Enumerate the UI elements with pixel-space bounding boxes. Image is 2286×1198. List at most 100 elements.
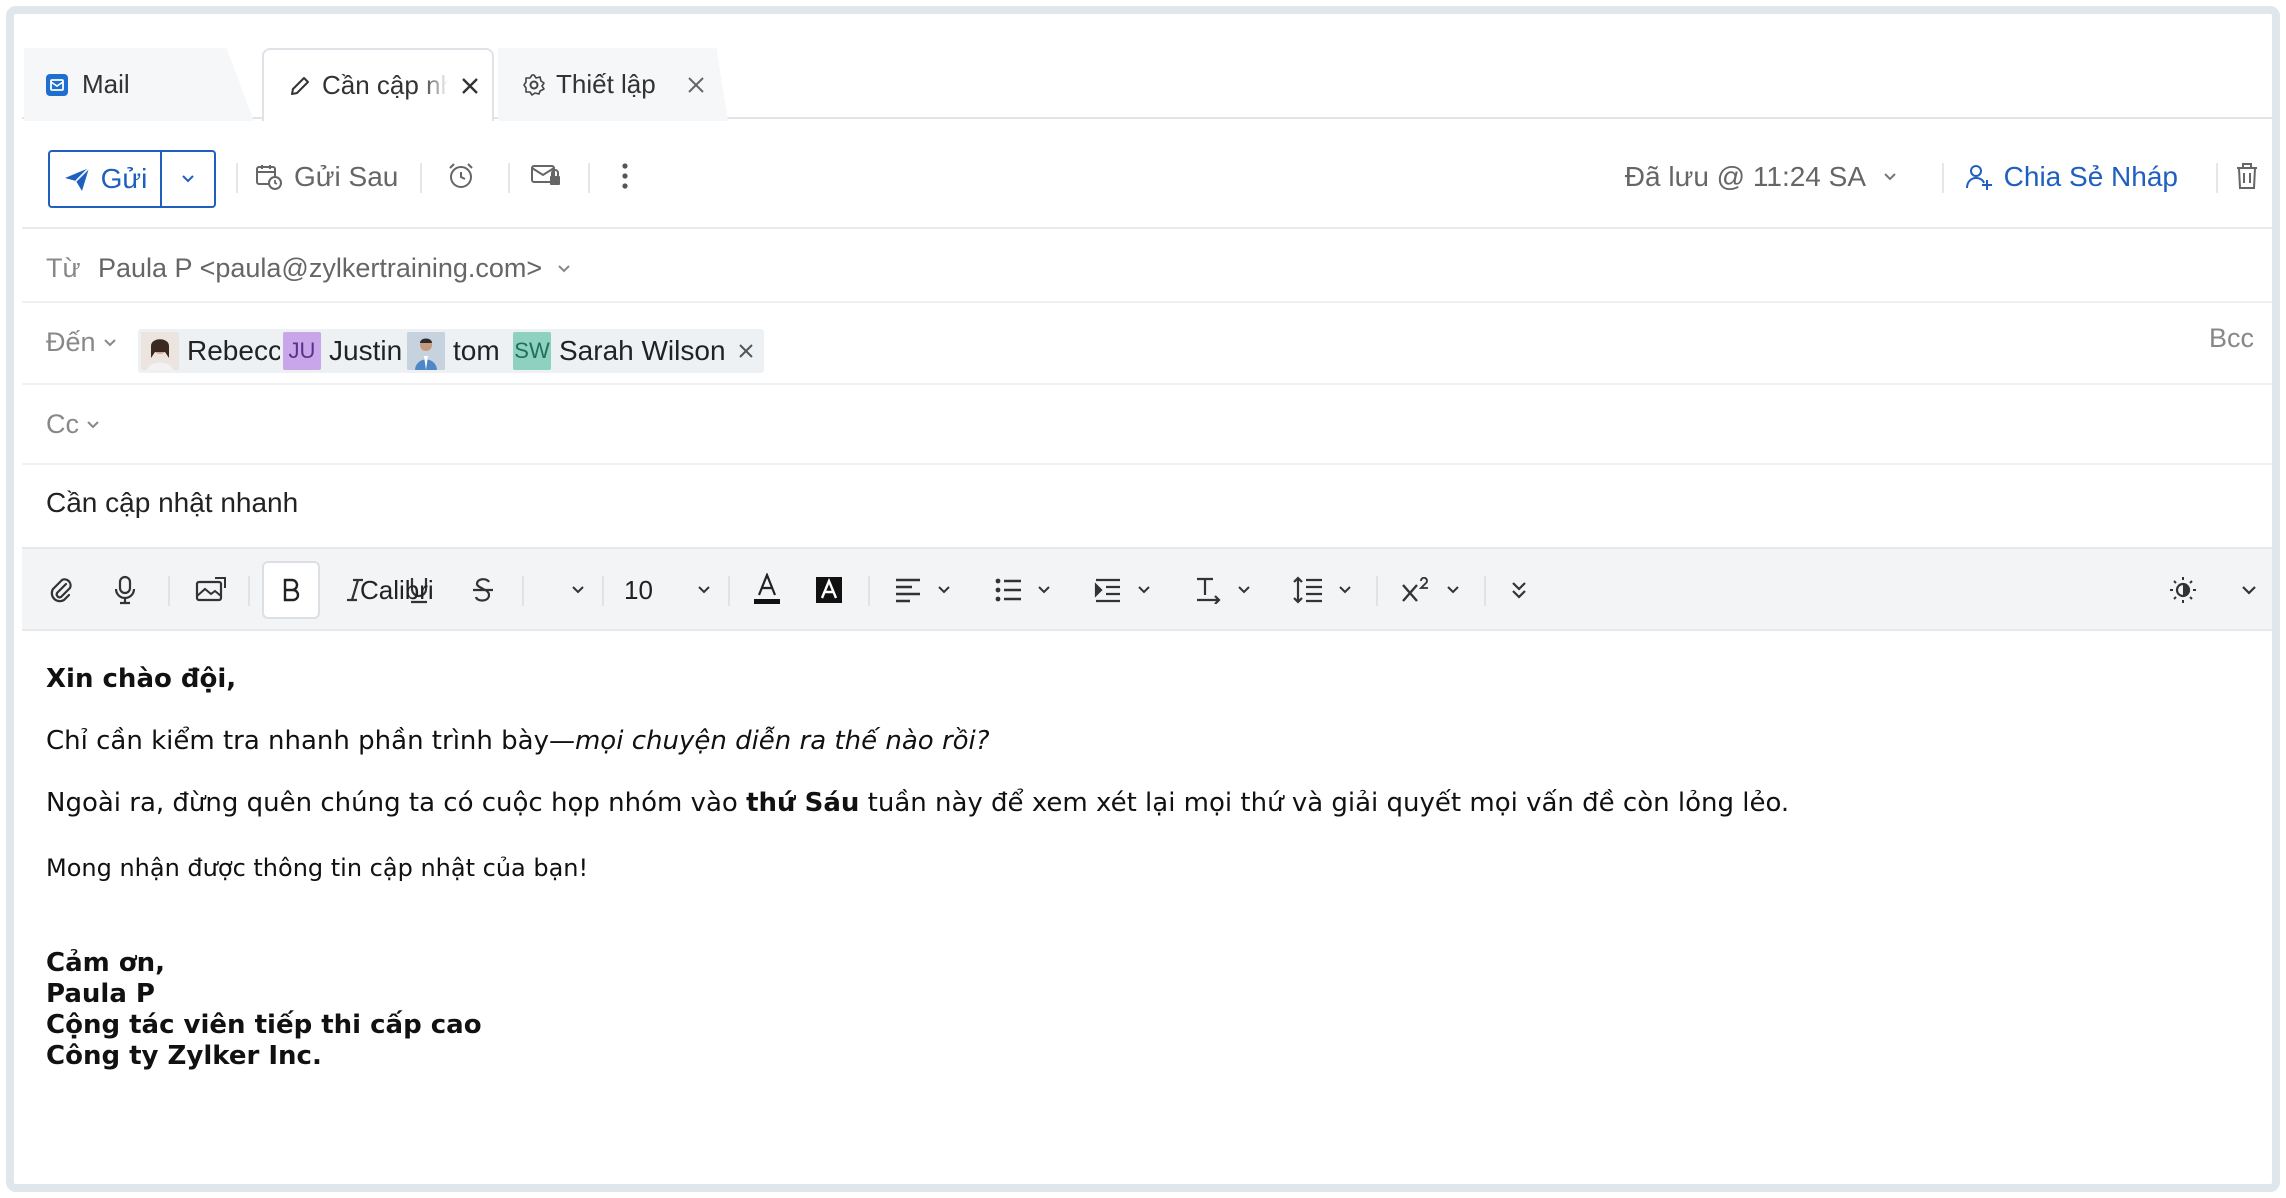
send-label: Gửi (100, 163, 148, 194)
chevron-down-icon (1038, 586, 1050, 594)
window-frame: Mail Cần cập nhật nhanh Thiết lập Gửi (6, 6, 2280, 1192)
close-tab-icon[interactable] (460, 76, 480, 96)
greeting: Xin chào đội, (46, 664, 236, 694)
recipient-name: tom (453, 335, 500, 366)
send-later-button[interactable]: Gửi Sau (254, 161, 398, 193)
chevron-down-icon (182, 175, 194, 183)
text-direction-dropdown[interactable] (1178, 561, 1268, 619)
font-family-select[interactable]: Calibri (360, 561, 596, 619)
chevron-down-icon (2242, 586, 2256, 595)
highlight-icon (816, 577, 842, 603)
saved-status[interactable]: Đã lưu @ 11:24 SA (1625, 161, 1898, 193)
reminder-button[interactable] (446, 161, 476, 191)
toolbar-divider (1942, 163, 1944, 193)
more-formatting-button[interactable] (1494, 561, 1544, 619)
signature-company: Công ty Zylker Inc. (46, 1041, 322, 1071)
compose-window: Mail Cần cập nhật nhanh Thiết lập Gửi (22, 22, 2272, 1184)
format-divider (1484, 576, 1486, 606)
body-line-1: Chỉ cần kiểm tra nhanh phần trình bày—mọ… (46, 726, 990, 756)
format-divider (168, 576, 170, 606)
format-divider (602, 576, 604, 606)
voice-record-button[interactable] (100, 561, 150, 619)
highlight-color-button[interactable] (804, 561, 854, 619)
line-spacing-dropdown[interactable] (1278, 561, 1368, 619)
tab-bar: Mail Cần cập nhật nhanh Thiết lập (22, 22, 2272, 121)
close-tab-icon[interactable] (686, 75, 706, 95)
format-toolbar: Calibri 10 (22, 547, 2272, 631)
line-spacing-icon (1293, 576, 1322, 604)
signature-thanks: Cảm ơn, (46, 948, 165, 978)
cc-row: Cc (22, 385, 2272, 465)
send-button[interactable]: Gửi (50, 152, 162, 206)
avatar (141, 332, 179, 370)
from-selector[interactable]: Paula P <paula@zylkertraining.com> (98, 253, 572, 284)
toolbar-collapse-button[interactable] (2224, 561, 2272, 619)
superscript-icon (1402, 577, 1428, 602)
remove-recipient-icon[interactable] (738, 343, 754, 359)
body-line-1-text: Chỉ cần kiểm tra nhanh phần trình bày— (46, 726, 575, 756)
subject-input[interactable]: Cần cập nhật nhanh (46, 487, 298, 519)
add-user-icon (1965, 165, 1992, 190)
indent-dropdown[interactable] (1078, 561, 1168, 619)
delete-draft-button[interactable] (2234, 161, 2260, 191)
align-dropdown[interactable] (878, 561, 968, 619)
to-row: Đến Rebecca JU Justin tom SW Sarah Wilso… (22, 303, 2272, 385)
chevron-down-icon (1884, 173, 1896, 181)
paper-plane-icon (64, 167, 90, 191)
bullet-list-icon (995, 578, 1021, 602)
format-divider (728, 576, 730, 606)
trash-icon (2237, 163, 2257, 189)
body-line-3: Mong nhận được thông tin cập nhật của bạ… (46, 854, 589, 882)
insert-image-button[interactable] (186, 561, 236, 619)
chevron-down-icon (1138, 586, 1150, 594)
tab-mail[interactable]: Mail (24, 48, 254, 121)
body-line-1-italic: mọi chuyện diễn ra thế nào rồi? (574, 726, 990, 756)
body-line-2-text-a: Ngoài ra, đừng quên chúng ta có cuộc họp… (46, 788, 747, 818)
body-line-2: Ngoài ra, đừng quên chúng ta có cuộc họp… (46, 788, 1789, 818)
tab-draft-label: Cần cập nhật nhanh (322, 70, 448, 100)
signature-company-text: Công ty Zylker Inc. (46, 1041, 322, 1071)
avatar (407, 332, 445, 370)
gear-icon (523, 73, 545, 96)
font-size-select[interactable]: 10 (614, 561, 720, 619)
compose-toolbar: Gửi Gửi Sau Đã lưu @ 11:24 SA Chia Sẻ Nh… (22, 121, 2272, 229)
toolbar-divider (236, 163, 238, 193)
bold-button[interactable] (262, 561, 320, 619)
to-label-dropdown[interactable]: Đến (46, 327, 118, 358)
bcc-toggle[interactable]: Bcc (2209, 323, 2254, 354)
from-address: Paula P <paula@zylkertraining.com> (98, 253, 543, 283)
tab-settings-label: Thiết lập (556, 69, 656, 99)
saved-status-label: Đã lưu @ 11:24 SA (1624, 161, 1866, 192)
from-row: Từ Paula P <paula@zylkertraining.com> (22, 231, 2272, 303)
share-draft-button[interactable]: Chia Sẻ Nháp (1964, 161, 2178, 193)
chevron-down-icon (558, 264, 570, 272)
font-family-value: Calibri (360, 574, 434, 605)
microphone-icon (114, 575, 136, 605)
paperclip-icon (50, 578, 72, 603)
format-divider (248, 576, 250, 606)
cc-label-dropdown[interactable]: Cc (46, 409, 101, 440)
cc-label: Cc (46, 409, 79, 439)
signature-title-text: Cộng tác viên tiếp thi cấp cao (46, 1010, 482, 1040)
format-divider (1376, 576, 1378, 606)
align-left-icon (896, 578, 920, 603)
tab-draft[interactable]: Cần cập nhật nhanh (262, 48, 494, 121)
calendar-clock-icon (256, 165, 282, 190)
attach-button[interactable] (36, 561, 86, 619)
chevron-down-icon (1238, 586, 1250, 594)
theme-toggle-button[interactable] (2158, 561, 2208, 619)
recipient-chip[interactable]: SW Sarah Wilson (510, 329, 764, 373)
greeting-text: Xin chào đội, (46, 664, 237, 694)
superscript-dropdown[interactable] (1386, 561, 1476, 619)
mail-app-icon (46, 73, 68, 96)
more-options-button[interactable] (620, 161, 630, 191)
text-color-button[interactable] (742, 561, 792, 619)
secure-mail-button[interactable] (530, 161, 562, 189)
chevron-down-icon (103, 338, 116, 346)
tab-settings[interactable]: Thiết lập (498, 48, 728, 121)
send-options-dropdown[interactable] (162, 152, 214, 206)
avatar: JU (283, 332, 321, 370)
chevron-down-icon (938, 586, 950, 594)
double-chevron-down-icon (1512, 582, 1526, 599)
list-dropdown[interactable] (978, 561, 1068, 619)
